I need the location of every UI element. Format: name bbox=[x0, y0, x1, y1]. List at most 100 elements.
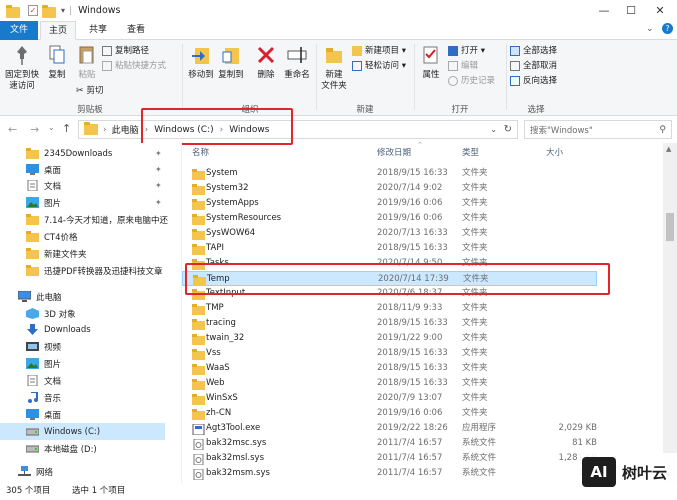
pin-quick-access-button[interactable]: 固定到快 速访问 bbox=[3, 44, 41, 92]
easy-access-button[interactable]: 轻松访问 ▾ bbox=[352, 59, 406, 73]
edit-button[interactable]: 编辑 bbox=[448, 59, 478, 73]
copy-to-button[interactable]: 复制到 bbox=[216, 44, 246, 81]
up-arrow-icon[interactable]: ↑ bbox=[62, 122, 71, 135]
nav-item[interactable]: 图片 bbox=[0, 355, 165, 372]
column-header-type[interactable]: 类型 bbox=[462, 145, 479, 161]
file-row[interactable]: bak32msc.sys 2011/7/4 16:57 系统文件 81 KB bbox=[182, 436, 660, 451]
nav-item[interactable]: 7.14-今天才知道，原来电脑中还 bbox=[0, 211, 168, 228]
select-all-icon bbox=[510, 46, 520, 56]
nav-item[interactable]: CT4价格 bbox=[0, 228, 165, 245]
address-dropdown-icon[interactable]: ⌄ bbox=[490, 125, 497, 134]
back-arrow-icon[interactable]: ← bbox=[8, 123, 17, 136]
file-date: 2018/9/15 16:33 bbox=[377, 363, 448, 373]
file-row[interactable]: System 2018/9/15 16:33 文件夹 bbox=[182, 166, 660, 181]
copy-path-button[interactable]: 复制路径 bbox=[102, 44, 149, 58]
tab-share[interactable]: 共享 bbox=[80, 21, 116, 40]
nav-item[interactable]: 桌面 ✦ bbox=[0, 161, 165, 178]
nav-item[interactable]: 桌面 bbox=[0, 406, 165, 423]
vertical-scrollbar[interactable]: ▲ ▼ bbox=[663, 143, 677, 483]
search-input[interactable]: 搜索"Windows" ⚲ bbox=[524, 120, 672, 139]
new-folder-button[interactable]: 新建 文件夹 bbox=[318, 44, 350, 92]
nav-item-label: 桌面 bbox=[44, 410, 62, 421]
nav-item[interactable]: Windows (C:) bbox=[0, 423, 165, 440]
quick-access-dropdown-icon[interactable]: ▾ bbox=[61, 6, 65, 15]
tab-file[interactable]: 文件 bbox=[0, 21, 38, 40]
paste-shortcut-button[interactable]: 粘贴快捷方式 bbox=[102, 59, 166, 73]
nav-item[interactable]: 图片 ✦ bbox=[0, 194, 165, 211]
maximize-button[interactable]: ☐ bbox=[617, 0, 645, 21]
file-row[interactable]: System32 2020/7/14 9:02 文件夹 bbox=[182, 181, 660, 196]
rename-button[interactable]: 重命名 bbox=[282, 44, 312, 81]
nav-item[interactable]: 此电脑 bbox=[0, 288, 165, 305]
delete-button[interactable]: 删除 bbox=[252, 44, 280, 81]
select-none-button[interactable]: 全部取消 bbox=[510, 59, 557, 73]
nav-item-label: Downloads bbox=[44, 324, 91, 335]
file-row[interactable]: SysWOW64 2020/7/13 16:33 文件夹 bbox=[182, 226, 660, 241]
cut-button[interactable]: ✂ 剪切 bbox=[76, 84, 104, 98]
item-count: 305 个项目 bbox=[6, 486, 51, 496]
nav-item[interactable]: 音乐 bbox=[0, 389, 165, 406]
nav-item-label: 此电脑 bbox=[36, 292, 62, 303]
nav-item[interactable]: 文档 bbox=[0, 372, 165, 389]
refresh-icon[interactable]: ↻ bbox=[504, 124, 512, 135]
expand-ribbon-icon[interactable]: ⌄ bbox=[646, 24, 654, 34]
open-button[interactable]: 打开 ▾ bbox=[448, 44, 485, 58]
tab-view[interactable]: 查看 bbox=[118, 21, 154, 40]
cut-label: 剪切 bbox=[86, 86, 104, 96]
invert-selection-button[interactable]: 反向选择 bbox=[510, 74, 557, 88]
nav-item[interactable]: 新建文件夹 bbox=[0, 245, 165, 262]
paste-button[interactable]: 粘贴 bbox=[72, 44, 102, 81]
file-name: TAPI bbox=[206, 243, 224, 253]
file-row[interactable]: WaaS 2018/9/15 16:33 文件夹 bbox=[182, 361, 660, 376]
nav-item[interactable]: 3D 对象 bbox=[0, 305, 165, 322]
select-all-button[interactable]: 全部选择 bbox=[510, 44, 557, 58]
minimize-button[interactable]: — bbox=[590, 0, 618, 21]
nav-item[interactable]: 网络 bbox=[0, 463, 165, 480]
file-row[interactable]: Vss 2018/9/15 16:33 文件夹 bbox=[182, 346, 660, 361]
file-row[interactable]: SystemApps 2019/9/16 0:06 文件夹 bbox=[182, 196, 660, 211]
column-header-name[interactable]: 名称 bbox=[192, 145, 209, 161]
file-type: 文件夹 bbox=[462, 363, 488, 373]
properties-button[interactable]: 属性 bbox=[416, 44, 446, 81]
file-row[interactable]: Agt3Tool.exe 2019/2/22 18:26 应用程序 2,029 KB bbox=[182, 421, 660, 436]
file-name: WinSxS bbox=[206, 393, 238, 403]
recent-dropdown-icon[interactable]: ⌄ bbox=[48, 123, 55, 132]
desktop-icon bbox=[26, 164, 39, 175]
file-row[interactable]: TAPI 2018/9/15 16:33 文件夹 bbox=[182, 241, 660, 256]
copy-to-icon bbox=[222, 48, 239, 64]
new-folder-icon[interactable] bbox=[42, 4, 56, 18]
folder-icon bbox=[26, 214, 39, 225]
forward-arrow-icon[interactable]: → bbox=[30, 123, 39, 136]
file-row[interactable]: WinSxS 2020/7/9 13:07 文件夹 bbox=[182, 391, 660, 406]
history-button[interactable]: 历史记录 bbox=[448, 74, 495, 88]
file-date: 2019/9/16 0:06 bbox=[377, 198, 443, 208]
close-button[interactable]: ✕ bbox=[646, 0, 674, 21]
nav-item[interactable]: 视频 bbox=[0, 338, 165, 355]
nav-item[interactable]: 2345Downloads ✦ bbox=[0, 145, 165, 162]
file-row[interactable]: Web 2018/9/15 16:33 文件夹 bbox=[182, 376, 660, 391]
file-size: 2,029 KB bbox=[558, 423, 597, 433]
help-icon[interactable]: ? bbox=[662, 23, 673, 34]
copy-button[interactable]: 复制 bbox=[42, 44, 72, 81]
move-to-button[interactable]: 移动到 bbox=[186, 44, 216, 81]
nav-item[interactable]: Downloads bbox=[0, 321, 165, 338]
properties-icon bbox=[423, 46, 438, 64]
column-header-date[interactable]: 修改日期 bbox=[377, 145, 411, 161]
file-row[interactable]: zh-CN 2019/9/16 0:06 文件夹 bbox=[182, 406, 660, 421]
nav-item[interactable]: 迅捷PDF转换器及迅捷科技文章 bbox=[0, 262, 165, 279]
scroll-up-icon[interactable]: ▲ bbox=[666, 145, 671, 153]
file-name: WaaS bbox=[206, 363, 230, 373]
nav-item[interactable]: 本地磁盘 (D:) bbox=[0, 440, 165, 457]
file-row[interactable]: SystemResources 2019/9/16 0:06 文件夹 bbox=[182, 211, 660, 226]
properties-check-icon[interactable]: ✓ bbox=[28, 5, 38, 16]
new-item-button[interactable]: 新建项目 ▾ bbox=[352, 44, 406, 58]
nav-item[interactable]: 文档 ✦ bbox=[0, 177, 165, 194]
file-date: 2019/9/16 0:06 bbox=[377, 213, 443, 223]
file-row[interactable]: twain_32 2019/1/22 9:00 文件夹 bbox=[182, 331, 660, 346]
tab-home[interactable]: 主页 bbox=[40, 21, 76, 40]
column-header-size[interactable]: 大小 bbox=[546, 145, 563, 161]
breadcrumb-this-pc[interactable]: 此电脑 bbox=[112, 123, 139, 136]
file-row[interactable]: TMP 2018/11/9 9:33 文件夹 bbox=[182, 301, 660, 316]
scroll-thumb[interactable] bbox=[666, 213, 674, 241]
file-row[interactable]: tracing 2018/9/15 16:33 文件夹 bbox=[182, 316, 660, 331]
